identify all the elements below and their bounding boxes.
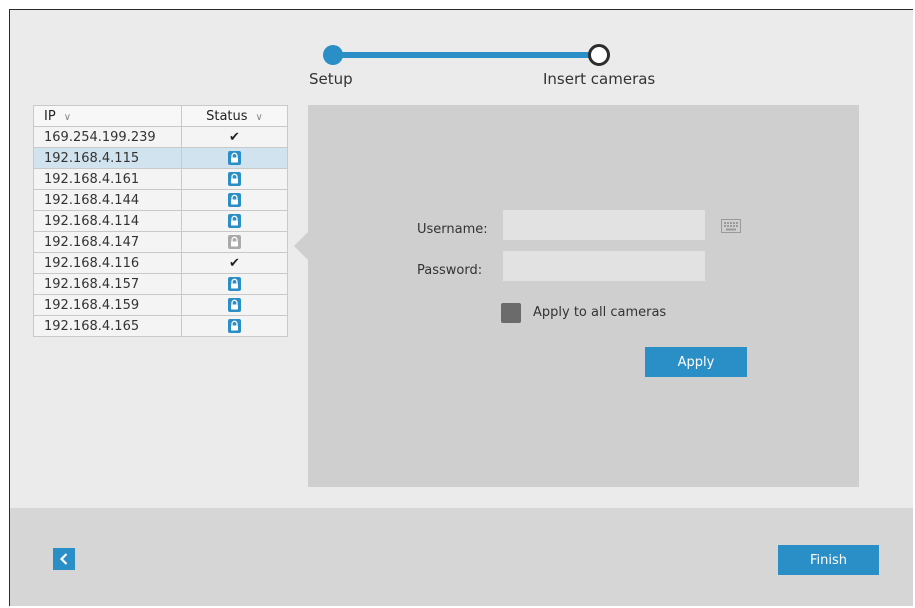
panel-pointer bbox=[294, 232, 308, 260]
check-icon: ✔ bbox=[229, 255, 240, 271]
table-row[interactable]: 192.168.4.159 bbox=[33, 294, 288, 316]
table-row[interactable]: 192.168.4.161 bbox=[33, 168, 288, 190]
lock-icon bbox=[228, 214, 241, 228]
table-row[interactable]: 169.254.199.239 ✔ bbox=[33, 126, 288, 148]
lock-icon bbox=[228, 193, 241, 207]
camera-status-cell bbox=[181, 315, 288, 337]
camera-status-cell bbox=[181, 294, 288, 316]
apply-button[interactable]: Apply bbox=[645, 347, 747, 377]
table-row[interactable]: 192.168.4.115 bbox=[33, 147, 288, 169]
camera-ip-cell: 192.168.4.114 bbox=[33, 210, 182, 232]
camera-ip-cell: 192.168.4.115 bbox=[33, 147, 182, 169]
column-header-status-label: Status bbox=[206, 108, 248, 124]
lock-icon bbox=[228, 235, 241, 249]
camera-ip-cell: 192.168.4.161 bbox=[33, 168, 182, 190]
wizard-footer: Finish bbox=[10, 508, 913, 606]
lock-icon bbox=[228, 277, 241, 291]
step-dot-setup bbox=[323, 45, 343, 65]
table-row[interactable]: 192.168.4.157 bbox=[33, 273, 288, 295]
lock-icon bbox=[228, 172, 241, 186]
chevron-left-icon bbox=[53, 552, 75, 566]
camera-table: IP ∨ Status ∨ 169.254.199.239 ✔ 192.168.4.11… bbox=[33, 105, 288, 337]
camera-ip-cell: 192.168.4.116 bbox=[33, 252, 182, 274]
stepper-progress-line bbox=[333, 52, 598, 58]
camera-status-cell bbox=[181, 147, 288, 169]
step-label-setup: Setup bbox=[309, 70, 353, 88]
camera-ip-cell: 169.254.199.239 bbox=[33, 126, 182, 148]
password-input[interactable] bbox=[503, 251, 705, 281]
camera-table-body: 169.254.199.239 ✔ 192.168.4.115 192.168.4.1… bbox=[33, 126, 288, 337]
camera-status-cell: ✔ bbox=[181, 252, 288, 274]
camera-status-cell bbox=[181, 210, 288, 232]
table-row[interactable]: 192.168.4.114 bbox=[33, 210, 288, 232]
camera-status-cell bbox=[181, 189, 288, 211]
setup-wizard: Setup Insert cameras IP ∨ Status ∨ 169.254… bbox=[9, 9, 913, 606]
apply-to-all-label[interactable]: Apply to all cameras bbox=[533, 305, 666, 320]
apply-to-all-checkbox[interactable] bbox=[501, 303, 521, 323]
finish-button[interactable]: Finish bbox=[778, 545, 879, 575]
table-row[interactable]: 192.168.4.147 bbox=[33, 231, 288, 253]
check-icon: ✔ bbox=[229, 129, 240, 145]
camera-status-cell: ✔ bbox=[181, 126, 288, 148]
step-dot-insert-cameras bbox=[588, 44, 610, 66]
table-header-row: IP ∨ Status ∨ bbox=[33, 105, 288, 127]
table-row[interactable]: 192.168.4.116 ✔ bbox=[33, 252, 288, 274]
username-input[interactable] bbox=[503, 210, 705, 240]
lock-icon bbox=[228, 298, 241, 312]
step-label-insert-cameras: Insert cameras bbox=[543, 70, 656, 88]
chevron-down-icon: ∨ bbox=[63, 111, 72, 123]
camera-ip-cell: 192.168.4.165 bbox=[33, 315, 182, 337]
camera-ip-cell: 192.168.4.144 bbox=[33, 189, 182, 211]
column-header-status[interactable]: Status ∨ bbox=[181, 105, 288, 127]
wizard-stepper: Setup Insert cameras bbox=[10, 10, 913, 110]
column-header-ip-label: IP bbox=[44, 108, 56, 124]
keyboard-icon[interactable] bbox=[721, 218, 741, 237]
camera-status-cell bbox=[181, 273, 288, 295]
camera-status-cell bbox=[181, 231, 288, 253]
camera-ip-cell: 192.168.4.159 bbox=[33, 294, 182, 316]
camera-ip-cell: 192.168.4.157 bbox=[33, 273, 182, 295]
table-row[interactable]: 192.168.4.144 bbox=[33, 189, 288, 211]
camera-ip-cell: 192.168.4.147 bbox=[33, 231, 182, 253]
table-row[interactable]: 192.168.4.165 bbox=[33, 315, 288, 337]
username-label: Username: bbox=[417, 222, 488, 237]
back-button[interactable] bbox=[53, 548, 75, 570]
camera-status-cell bbox=[181, 168, 288, 190]
lock-icon bbox=[228, 151, 241, 165]
camera-login-panel: Username: Password: Apply to all cameras… bbox=[308, 105, 859, 487]
password-label: Password: bbox=[417, 263, 483, 278]
chevron-down-icon: ∨ bbox=[255, 111, 263, 123]
column-header-ip[interactable]: IP ∨ bbox=[33, 105, 182, 127]
lock-icon bbox=[228, 319, 241, 333]
